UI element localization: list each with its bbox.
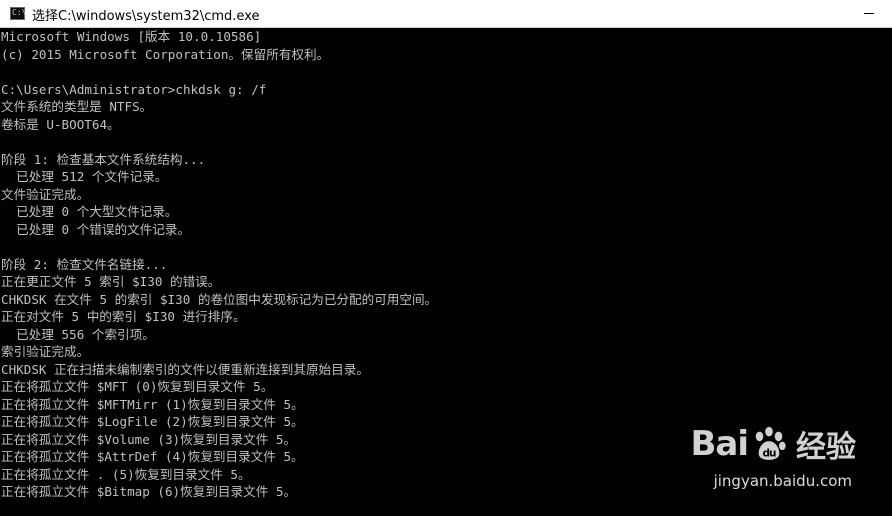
console-line: 已处理 0 个大型文件记录。 (1, 204, 178, 219)
console-line: 已处理 556 个索引项。 (1, 326, 155, 342)
console-line: 正在对文件 5 中的索引 $I30 进行排序。 (1, 309, 246, 324)
minimize-icon (864, 13, 874, 14)
console-line: 正在将孤立文件 . (5)恢复到目录文件 5。 (1, 466, 251, 482)
console-line: 正在将孤立文件 $Bitmap (6)恢复到目录文件 5。 (1, 484, 297, 499)
console-line: Microsoft Windows [版本 10.0.10586] (1, 29, 262, 44)
console-line: 文件验证完成。 (1, 186, 90, 202)
console-line: 正在将孤立文件 $LogFile (2)恢复到目录文件 5。 (1, 414, 304, 429)
window-titlebar[interactable]: C:\ 选择C:\windows\system32\cmd.exe (0, 0, 892, 28)
console-line: (c) 2015 Microsoft Corporation。保留所有权利。 (1, 46, 330, 62)
console-line: 正在将孤立文件 $MFTMirr (1)恢复到目录文件 5。 (1, 396, 304, 412)
minimize-button[interactable] (846, 0, 892, 27)
console-line: 正在将孤立文件 $AttrDef (4)恢复到目录文件 5。 (1, 449, 304, 464)
console-line: 文件系统的类型是 NTFS。 (1, 99, 153, 114)
console-line: 卷标是 U-BOOT64。 (1, 116, 120, 132)
console-line: C:\Users\Administrator>chkdsk g: /f (1, 81, 267, 97)
cmd-icon: C:\ (10, 7, 26, 20)
window-title: 选择C:\windows\system32\cmd.exe (32, 9, 260, 24)
console-line: CHKDSK 在文件 5 的索引 $I30 的卷位图中发现标记为已分配的可用空间… (1, 291, 438, 307)
console-line: 索引验证完成。 (1, 344, 90, 359)
console-line: CHKDSK 正在扫描未编制索引的文件以便重新连接到其原始目录。 (1, 361, 369, 377)
console-line: 正在将孤立文件 $Volume (3)恢复到目录文件 5。 (1, 431, 297, 447)
console-line: 阶段 2: 检查文件名链接... (1, 256, 168, 272)
console-line: 阶段 1: 检查基本文件系统结构... (1, 151, 206, 167)
console-output[interactable]: Microsoft Windows [版本 10.0.10586] (c) 20… (0, 28, 892, 516)
console-line: 已处理 0 个错误的文件记录。 (1, 221, 191, 237)
console-line: 正在更正文件 5 索引 $I30 的错误。 (1, 274, 221, 289)
console-line: 正在将孤立文件 $MFT (0)恢复到目录文件 5。 (1, 379, 274, 394)
console-line: 已处理 512 个文件记录。 (1, 169, 168, 184)
